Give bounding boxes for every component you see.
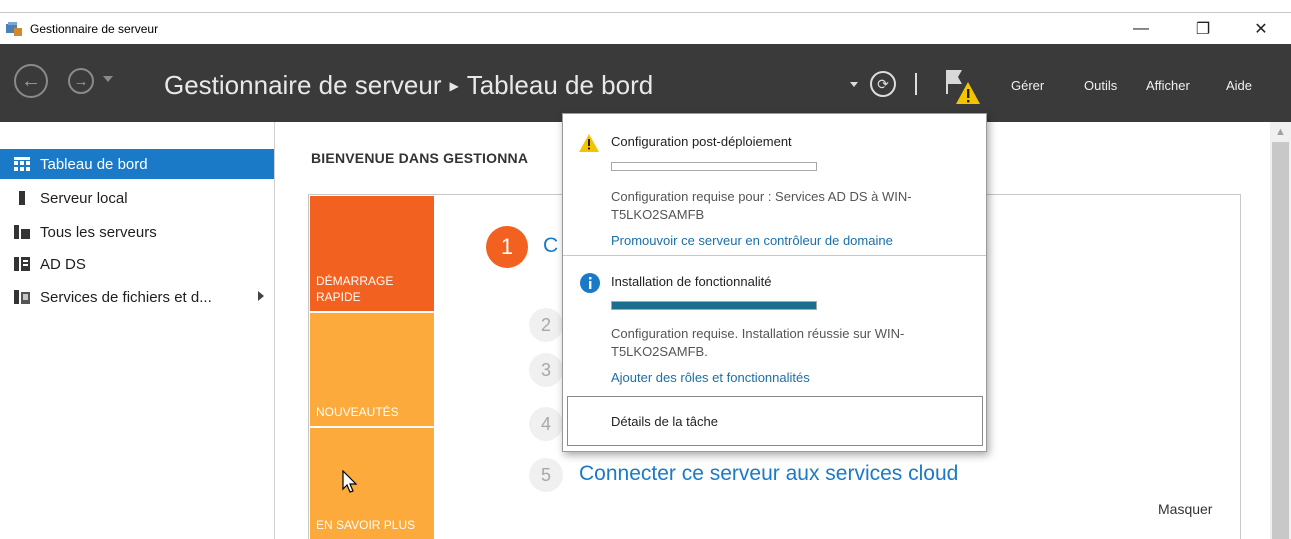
forward-arrow-icon: → bbox=[73, 72, 89, 90]
notification-text: Configuration requise. Installation réus… bbox=[611, 326, 905, 359]
breadcrumb: Gestionnaire de serveur ▶ Tableau de bord bbox=[164, 70, 653, 101]
menu-help[interactable]: Aide bbox=[1226, 78, 1252, 93]
notification-divider bbox=[563, 255, 986, 256]
sidebar-item-label: Tableau de bord bbox=[40, 155, 148, 173]
window-title-bar: Gestionnaire de serveur — ❐ ✕ bbox=[0, 12, 1291, 44]
submenu-arrow-icon[interactable] bbox=[258, 291, 264, 301]
sidebar-item-file-services[interactable]: Services de fichiers et d... bbox=[0, 282, 274, 312]
welcome-title: BIENVENUE DANS GESTIONNA bbox=[311, 150, 529, 166]
add-roles-features-link[interactable]: Ajouter des rôles et fonctionnalités bbox=[611, 370, 810, 385]
file-services-icon bbox=[14, 290, 30, 304]
breadcrumb-page: Tableau de bord bbox=[466, 70, 654, 100]
tile-label: EN SAVOIR PLUS bbox=[316, 518, 416, 532]
sidebar: Tableau de bord Serveur local Tous les s… bbox=[0, 122, 275, 539]
warning-icon bbox=[579, 134, 599, 152]
breadcrumb-root[interactable]: Gestionnaire de serveur bbox=[164, 70, 441, 100]
scroll-up-icon[interactable]: ▲ bbox=[1270, 122, 1291, 142]
flag-icon bbox=[946, 70, 962, 94]
header-divider bbox=[915, 73, 917, 95]
restore-icon: ❐ bbox=[1195, 21, 1211, 38]
progress-fill bbox=[612, 302, 816, 309]
back-button[interactable]: ← bbox=[14, 64, 48, 98]
hide-link[interactable]: Masquer bbox=[1158, 501, 1212, 517]
step-1-badge: 1 bbox=[486, 226, 528, 268]
server-manager-app-icon bbox=[6, 22, 22, 36]
notification-text: Configuration requise pour : Services AD… bbox=[611, 189, 912, 222]
notification-progress-bar bbox=[611, 301, 817, 310]
menu-tools[interactable]: Outils bbox=[1084, 78, 1117, 93]
forward-button[interactable]: → bbox=[68, 68, 94, 94]
restore-button[interactable]: ❐ bbox=[1180, 15, 1226, 43]
sidebar-item-label: Serveur local bbox=[40, 189, 128, 207]
warning-badge-icon bbox=[956, 82, 980, 104]
tile-learn-more[interactable]: EN SAVOIR PLUS bbox=[310, 428, 434, 539]
sidebar-item-label: Services de fichiers et d... bbox=[40, 288, 212, 306]
notifications-flag-button[interactable] bbox=[944, 68, 984, 108]
step-3-badge: 3 bbox=[529, 353, 563, 387]
breadcrumb-dropdown-icon[interactable] bbox=[850, 82, 858, 87]
step-1-link[interactable]: C bbox=[543, 234, 558, 258]
header-bar: ← → Gestionnaire de serveur ▶ Tableau de b… bbox=[0, 44, 1291, 122]
info-icon bbox=[580, 273, 600, 293]
sidebar-item-ad-ds[interactable]: AD DS bbox=[0, 249, 274, 279]
sidebar-item-dashboard[interactable]: Tableau de bord bbox=[0, 149, 274, 179]
mouse-pointer-icon bbox=[342, 470, 358, 493]
back-arrow-icon: ← bbox=[21, 69, 41, 92]
refresh-icon: ⟳ bbox=[877, 75, 889, 92]
notification-progress-bar bbox=[611, 162, 817, 171]
tile-label: DÉMARRAGE RAPIDE bbox=[316, 274, 394, 304]
step-2-badge: 2 bbox=[529, 308, 563, 342]
promote-domain-controller-link[interactable]: Promouvoir ce serveur en contrôleur de d… bbox=[611, 233, 893, 248]
sidebar-item-all-servers[interactable]: Tous les serveurs bbox=[0, 217, 274, 247]
tile-label: NOUVEAUTÉS bbox=[316, 405, 399, 419]
local-server-icon bbox=[19, 191, 25, 205]
minimize-icon: — bbox=[1133, 20, 1149, 37]
step-4-badge: 4 bbox=[529, 407, 563, 441]
tile-quick-start[interactable]: DÉMARRAGE RAPIDE bbox=[310, 196, 434, 311]
menu-manage[interactable]: Gérer bbox=[1011, 78, 1044, 93]
ad-ds-icon bbox=[14, 257, 30, 271]
notification-title: Installation de fonctionnalité bbox=[611, 274, 772, 289]
scrollbar-thumb[interactable] bbox=[1272, 142, 1289, 539]
menu-view[interactable]: Afficher bbox=[1146, 78, 1190, 93]
minimize-button[interactable]: — bbox=[1118, 15, 1164, 43]
task-details-label: Détails de la tâche bbox=[611, 414, 718, 429]
tile-whats-new[interactable]: NOUVEAUTÉS bbox=[310, 313, 434, 426]
notification-title: Configuration post-déploiement bbox=[611, 134, 792, 149]
sidebar-item-label: Tous les serveurs bbox=[40, 223, 157, 241]
history-dropdown-icon[interactable] bbox=[103, 76, 113, 82]
close-button[interactable]: ✕ bbox=[1238, 15, 1284, 43]
task-details-button[interactable]: Détails de la tâche bbox=[567, 396, 983, 446]
step-5-badge: 5 bbox=[529, 458, 563, 492]
refresh-button[interactable]: ⟳ bbox=[870, 71, 896, 97]
notifications-popup: Configuration post-déploiement Configura… bbox=[562, 113, 987, 452]
sidebar-item-label: AD DS bbox=[40, 255, 86, 273]
all-servers-icon bbox=[14, 225, 30, 239]
breadcrumb-separator-icon: ▶ bbox=[449, 79, 459, 93]
close-icon: ✕ bbox=[1254, 21, 1268, 38]
sidebar-item-local-server[interactable]: Serveur local bbox=[0, 183, 274, 213]
window-title: Gestionnaire de serveur bbox=[30, 22, 159, 36]
dashboard-icon bbox=[14, 157, 30, 171]
step-5-link[interactable]: Connecter ce serveur aux services cloud bbox=[579, 462, 958, 486]
